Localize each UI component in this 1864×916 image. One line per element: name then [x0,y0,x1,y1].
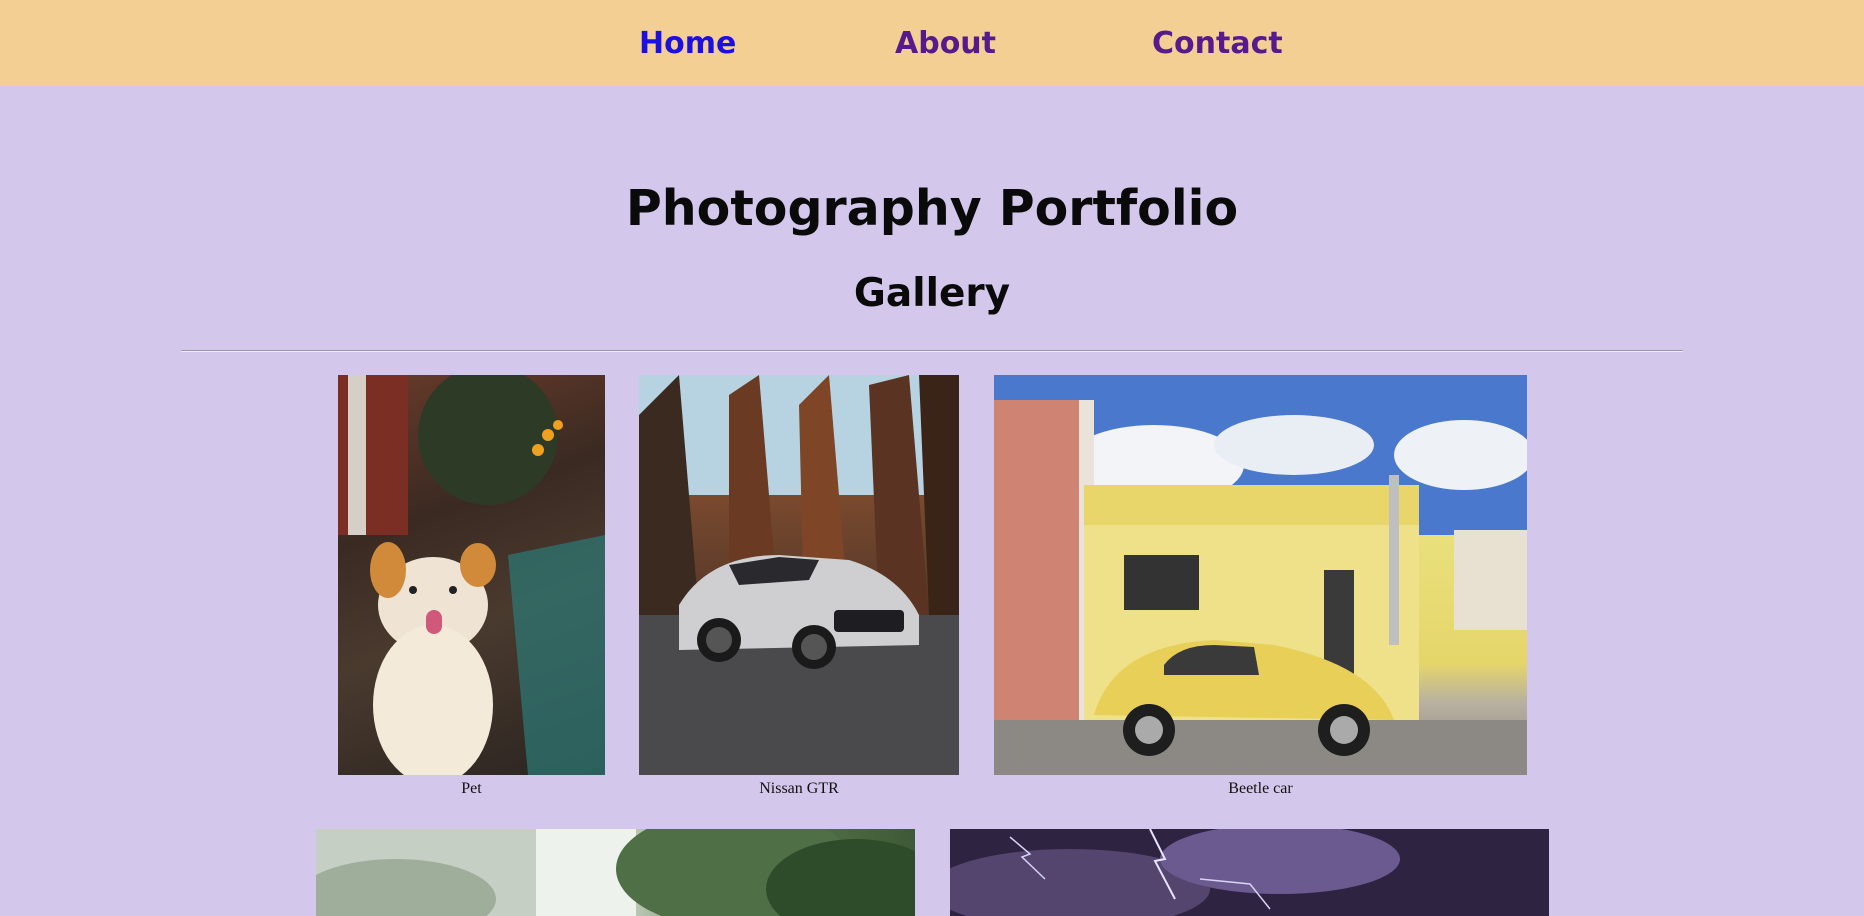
car-photo-illustration [639,375,959,775]
nav-link-about[interactable]: About [895,22,996,66]
forest-photo-illustration [316,829,915,916]
caption-nissan-gtr: Nissan GTR [759,780,839,797]
photo-beetle-car[interactable] [994,375,1527,775]
page-title: Photography Portfolio [625,180,1239,237]
photo-nissan-gtr[interactable] [639,375,959,775]
gallery-heading: Gallery [853,271,1011,316]
caption-pet: Pet [461,780,482,797]
beetle-photo-illustration [994,375,1527,775]
nav-link-contact[interactable]: Contact [1152,22,1283,66]
divider [181,350,1683,352]
storm-photo-illustration [950,829,1549,916]
caption-beetle-car: Beetle car [1228,780,1293,797]
photo-storm[interactable] [950,829,1549,916]
dog-photo-illustration [338,375,605,775]
photo-forest[interactable] [316,829,915,916]
nav-link-home[interactable]: Home [639,22,736,66]
photo-pet[interactable] [338,375,605,775]
top-nav: Home About Contact [0,0,1864,86]
